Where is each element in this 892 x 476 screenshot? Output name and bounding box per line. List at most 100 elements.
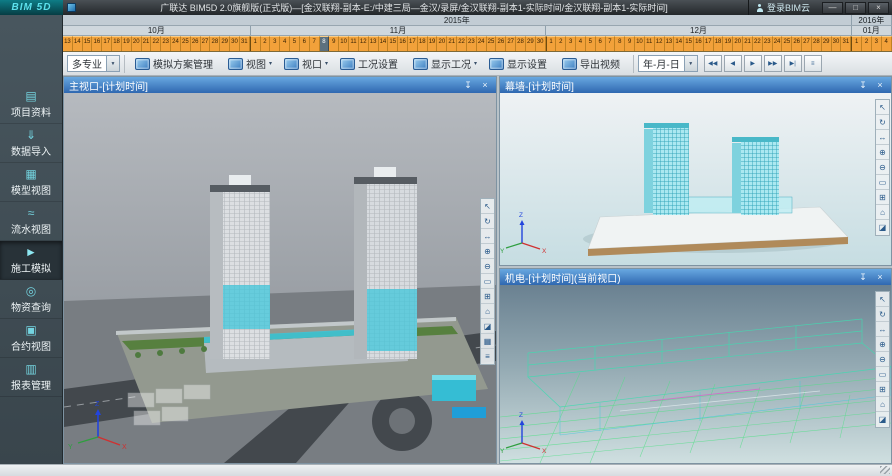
timeline-day-cell[interactable]: 22 (151, 36, 161, 51)
timeline-day-cell[interactable]: 29 (822, 36, 832, 51)
timeline-day-cell[interactable]: 5 (586, 36, 596, 51)
sidebar-item-project-info[interactable]: ▤ 项目资料 (0, 85, 62, 124)
timeline-day-cell[interactable]: 4 (882, 36, 892, 51)
timeline-day-cell[interactable]: 16 (694, 36, 704, 51)
select-tool[interactable]: ↖ (876, 292, 889, 307)
timeline-day-cell[interactable]: 25 (782, 36, 792, 51)
pan-tool[interactable]: ↔ (876, 322, 889, 337)
sidebar-item-model-view[interactable]: ▦ 模型视图 (0, 163, 62, 202)
timeline-day-cell[interactable]: 26 (792, 36, 802, 51)
skip-to-end-button[interactable]: ▶| (784, 55, 802, 72)
orbit-tool[interactable]: ↻ (876, 307, 889, 322)
play-button[interactable]: ▶ (744, 55, 762, 72)
timeline-day-cell[interactable]: 2 (862, 36, 872, 51)
work-condition-settings-button[interactable]: 工况设置 (334, 53, 407, 74)
timeline-day-cell[interactable]: 29 (526, 36, 536, 51)
orbit-tool[interactable]: ↻ (481, 214, 494, 229)
timeline-day-cell[interactable]: 24 (171, 36, 181, 51)
timeline-day-cell[interactable]: 6 (300, 36, 310, 51)
login-bim-cloud-button[interactable]: 登录BIM云 (748, 0, 817, 15)
specialty-select[interactable]: 多专业 ▼ (67, 55, 120, 72)
section-box-tool[interactable]: ◪ (876, 220, 889, 235)
viewport-mep-header[interactable]: 机电-[计划时间](当前视口) ↧ × (500, 269, 891, 285)
timeline-day-cell[interactable]: 5 (290, 36, 300, 51)
timeline-day-cell[interactable]: 25 (487, 36, 497, 51)
step-back-button[interactable]: ◀ (724, 55, 742, 72)
timeline-day-cell[interactable]: 26 (191, 36, 201, 51)
fit-view-tool[interactable]: ⊞ (876, 382, 889, 397)
timeline-day-cell[interactable]: 16 (92, 36, 102, 51)
timeline-day-cell[interactable]: 14 (674, 36, 684, 51)
timeline-day-cell[interactable]: 17 (408, 36, 418, 51)
timeline-day-cell[interactable]: 23 (763, 36, 773, 51)
timeline-day-cell[interactable]: 30 (230, 36, 240, 51)
zoom-in-tool[interactable]: ⊕ (481, 244, 494, 259)
timeline-day-cell[interactable]: 27 (802, 36, 812, 51)
timeline-day-cell[interactable]: 3 (270, 36, 280, 51)
timeline-day-cell[interactable]: 29 (220, 36, 230, 51)
timeline-day-cell[interactable]: 30 (536, 36, 546, 51)
pin-icon[interactable]: ↧ (857, 272, 869, 283)
sidebar-item-data-import[interactable]: ⇓ 数据导入 (0, 124, 62, 163)
timeline-day-cell[interactable]: 19 (122, 36, 132, 51)
timeline-day-cell[interactable]: 4 (280, 36, 290, 51)
maximize-button[interactable]: □ (845, 2, 866, 14)
timeline-day-cell[interactable]: 24 (477, 36, 487, 51)
timeline-day-cell[interactable]: 3 (872, 36, 882, 51)
display-settings-button[interactable]: 显示设置 (483, 53, 556, 74)
zoom-window-tool[interactable]: ▭ (876, 175, 889, 190)
sidebar-item-construction-simulation[interactable]: ► 施工模拟 (0, 241, 62, 280)
timeline-day-cell[interactable]: 1 (250, 36, 261, 51)
timeline-day-cell[interactable]: 20 (437, 36, 447, 51)
timeline-day-cell[interactable]: 19 (723, 36, 733, 51)
timeline-day-cell[interactable]: 20 (132, 36, 142, 51)
home-view-tool[interactable]: ⌂ (876, 397, 889, 412)
sidebar-item-contract-view[interactable]: ▣ 合约视图 (0, 319, 62, 358)
timeline-day-cell[interactable]: 24 (773, 36, 783, 51)
close-icon[interactable]: × (874, 272, 886, 282)
pin-icon[interactable]: ↧ (857, 80, 869, 91)
pan-tool[interactable]: ↔ (481, 229, 494, 244)
timeline-day-cell[interactable]: 9 (329, 36, 339, 51)
timeline-day-cell[interactable]: 8 (615, 36, 625, 51)
viewport-mep-canvas[interactable]: Z X Y ↖↻↔⊕⊖▭⊞⌂◪ (500, 285, 891, 463)
sidebar-item-report-manage[interactable]: ▥ 报表管理 (0, 358, 62, 397)
zoom-window-tool[interactable]: ▭ (876, 367, 889, 382)
timeline-day-cell[interactable]: 10 (635, 36, 645, 51)
timeline-day-cell[interactable]: 31 (240, 36, 250, 51)
timeline-day-cell[interactable]: 18 (112, 36, 122, 51)
timeline-day-cell[interactable]: 12 (655, 36, 665, 51)
timeline-day-cell[interactable]: 9 (625, 36, 635, 51)
close-button[interactable]: × (868, 2, 889, 14)
viewport-menu-button[interactable]: 视口 ▾ (278, 53, 334, 74)
fast-forward-button[interactable]: ▶▶ (764, 55, 782, 72)
timeline-day-cell[interactable]: 13 (63, 36, 73, 51)
timeline-day-cell[interactable]: 1 (851, 36, 862, 51)
date-format-select[interactable]: 年-月-日 ▼ (638, 55, 698, 72)
sidebar-item-material-query[interactable]: ◎ 物资查询 (0, 280, 62, 319)
zoom-in-tool[interactable]: ⊕ (876, 145, 889, 160)
timeline-day-cell[interactable]: 28 (812, 36, 822, 51)
orbit-tool[interactable]: ↻ (876, 115, 889, 130)
view-menu-button[interactable]: 视图 ▾ (222, 53, 278, 74)
timeline-day-cell[interactable]: 31 (841, 36, 851, 51)
timeline-day-cell[interactable]: 13 (369, 36, 379, 51)
simulation-plan-manage-button[interactable]: 模拟方案管理 (129, 53, 222, 74)
timeline-day-cell[interactable]: 16 (398, 36, 408, 51)
timeline-day-cell[interactable]: 23 (467, 36, 477, 51)
section-box-tool[interactable]: ◪ (876, 412, 889, 427)
timeline-day-cell[interactable]: 11 (645, 36, 655, 51)
viewport-curtain-header[interactable]: 幕墙-[计划时间] ↧ × (500, 77, 891, 93)
timeline-day-cell[interactable]: 7 (310, 36, 320, 51)
timeline-day-cell[interactable]: 15 (83, 36, 93, 51)
timeline-day-cell[interactable]: 22 (457, 36, 467, 51)
timeline-day-cell[interactable]: 28 (516, 36, 526, 51)
home-view-tool[interactable]: ⌂ (876, 205, 889, 220)
timeline-day-cell[interactable]: 18 (418, 36, 428, 51)
timeline-day-cell[interactable]: 3 (566, 36, 576, 51)
zoom-out-tool[interactable]: ⊖ (876, 160, 889, 175)
playback-settings-button[interactable]: ≡ (804, 55, 822, 72)
timeline-day-cell[interactable]: 28 (210, 36, 220, 51)
fit-view-tool[interactable]: ⊞ (876, 190, 889, 205)
minimize-button[interactable]: — (822, 2, 843, 14)
